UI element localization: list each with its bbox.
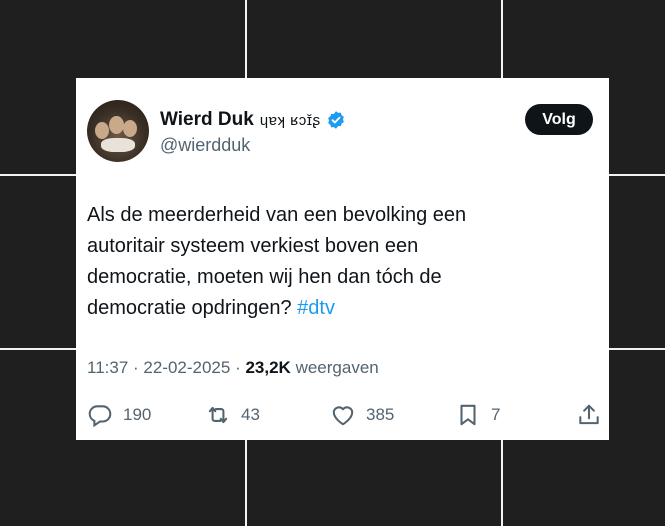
author-name-row[interactable]: Wierd Duk ɥɐʞ ʁɔɪ̆ʂ: [160, 108, 346, 132]
tweet-text-line: autoritair systeem verkiest boven een: [87, 235, 419, 257]
tweet-text-line: democratie opdringen?: [87, 297, 298, 319]
retweet-count: 43: [241, 405, 260, 424]
views-label: weergaven: [290, 358, 379, 377]
avatar[interactable]: [87, 100, 149, 162]
heart-icon: [332, 406, 354, 426]
name-suffix: ɥɐʞ ʁɔɪ̆ʂ: [259, 111, 321, 129]
tweet-text-line: democratie, moeten wij hen dan tóch de: [87, 266, 442, 288]
views-count: 23,2K: [245, 358, 291, 377]
follow-button[interactable]: Volg: [525, 104, 593, 135]
like-button[interactable]: 385: [330, 400, 394, 430]
author-handle[interactable]: @wierdduk: [160, 135, 250, 156]
tweet-card: Wierd Duk ɥɐʞ ʁɔɪ̆ʂ @wierdduk Volg Als d…: [76, 78, 609, 440]
share-button[interactable]: [576, 400, 612, 430]
bookmark-count: 7: [491, 405, 501, 424]
hashtag-link[interactable]: #dtv: [297, 297, 335, 319]
tweet-text: Als de meerderheid van een bevolking een…: [87, 200, 527, 324]
verified-badge-icon: [327, 111, 344, 129]
bookmark-button[interactable]: 7: [455, 400, 500, 430]
like-count: 385: [366, 405, 395, 424]
display-name[interactable]: Wierd Duk: [160, 109, 254, 131]
tweet-meta: 11:37 · 22-02-2025 · 23,2K weergaven: [87, 358, 379, 378]
tweet-text-line: Als de meerderheid van een bevolking een: [87, 204, 467, 226]
reply-button[interactable]: 190: [87, 400, 151, 430]
retweet-icon: [208, 406, 228, 424]
action-bar: 190 43 385 7: [87, 400, 602, 430]
reply-icon: [88, 405, 112, 428]
bookmark-icon: [460, 404, 476, 426]
share-icon: [579, 404, 599, 425]
tweet-timestamp[interactable]: 11:37 · 22-02-2025 ·: [87, 358, 245, 377]
reply-count: 190: [123, 405, 152, 424]
retweet-button[interactable]: 43: [205, 400, 260, 430]
